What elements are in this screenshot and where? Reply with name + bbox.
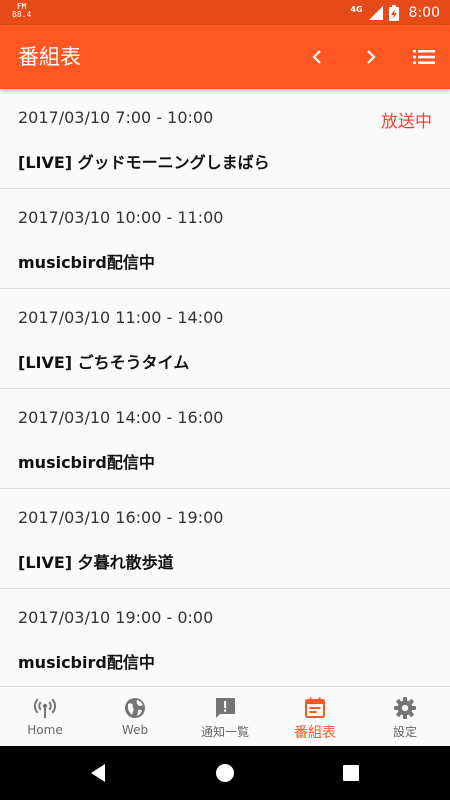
- nav-label: 番組表: [294, 725, 336, 741]
- program-time: 2017/03/10 7:00 - 10:00: [18, 108, 214, 127]
- app-bar: 番組表: [0, 25, 450, 89]
- program-time: 2017/03/10 10:00 - 11:00: [18, 208, 224, 227]
- program-time: 2017/03/10 11:00 - 14:00: [18, 308, 224, 327]
- system-navigation-bar: [0, 746, 450, 800]
- schedule-list[interactable]: 2017/03/10 7:00 - 10:00 放送中 [LIVE] グッドモー…: [0, 89, 450, 686]
- program-title: musicbird配信中: [18, 653, 155, 672]
- fm-frequency: 88.4: [12, 10, 32, 19]
- recent-apps-icon[interactable]: [339, 761, 363, 785]
- previous-day-button[interactable]: [300, 39, 336, 75]
- page-title: 番組表: [18, 45, 81, 69]
- program-title: [LIVE] ごちそうタイム: [18, 353, 190, 372]
- nav-label: 設定: [392, 725, 417, 739]
- bottom-navigation: Home Web 通知一覧 番組表 設定: [0, 686, 450, 747]
- battery-icon: [388, 4, 399, 21]
- status-right: 4G 8:00: [350, 0, 440, 25]
- calendar-icon: [305, 697, 325, 718]
- nav-notifications[interactable]: 通知一覧: [180, 687, 270, 747]
- nav-label: Web: [121, 723, 149, 737]
- schedule-item[interactable]: 2017/03/10 14:00 - 16:00 musicbird配信中: [0, 389, 450, 489]
- radio-tower-icon: [33, 698, 57, 718]
- program-time: 2017/03/10 19:00 - 0:00: [18, 608, 214, 627]
- schedule-item[interactable]: 2017/03/10 11:00 - 14:00 [LIVE] ごちそうタイム: [0, 289, 450, 389]
- schedule-item[interactable]: 2017/03/10 7:00 - 10:00 放送中 [LIVE] グッドモー…: [0, 89, 450, 189]
- nav-label: Home: [27, 723, 63, 737]
- home-icon[interactable]: [213, 761, 237, 785]
- nav-settings[interactable]: 設定: [360, 687, 450, 747]
- schedule-item[interactable]: 2017/03/10 19:00 - 0:00 musicbird配信中: [0, 589, 450, 686]
- nav-label: 通知一覧: [200, 725, 249, 739]
- chevron-left-icon: [312, 50, 321, 64]
- nav-schedule[interactable]: 番組表: [270, 687, 360, 747]
- list-view-button[interactable]: [406, 39, 442, 75]
- fm-indicator: FM 88.4: [12, 3, 31, 19]
- clock: 8:00: [408, 4, 440, 21]
- notification-icon: [216, 698, 235, 718]
- network-type: 4G: [350, 5, 363, 14]
- back-icon[interactable]: [87, 761, 111, 785]
- program-time: 2017/03/10 16:00 - 19:00: [18, 508, 224, 527]
- chevron-right-icon: [367, 50, 376, 64]
- program-time: 2017/03/10 14:00 - 16:00: [18, 408, 224, 427]
- signal-icon: [368, 5, 383, 20]
- list-icon: [413, 50, 435, 64]
- nav-home[interactable]: Home: [0, 687, 90, 747]
- globe-icon: [125, 698, 145, 718]
- program-title: [LIVE] グッドモーニングしまばら: [18, 153, 270, 172]
- gear-icon: [394, 697, 416, 719]
- schedule-item[interactable]: 2017/03/10 16:00 - 19:00 [LIVE] 夕暮れ散歩道: [0, 489, 450, 589]
- next-day-button[interactable]: [352, 39, 388, 75]
- program-title: musicbird配信中: [18, 253, 155, 272]
- program-title: [LIVE] 夕暮れ散歩道: [18, 553, 174, 572]
- nav-web[interactable]: Web: [90, 687, 180, 747]
- on-air-badge: 放送中: [381, 112, 432, 132]
- status-bar: FM 88.4 4G 8:00: [0, 0, 450, 25]
- schedule-item[interactable]: 2017/03/10 10:00 - 11:00 musicbird配信中: [0, 189, 450, 289]
- program-title: musicbird配信中: [18, 453, 155, 472]
